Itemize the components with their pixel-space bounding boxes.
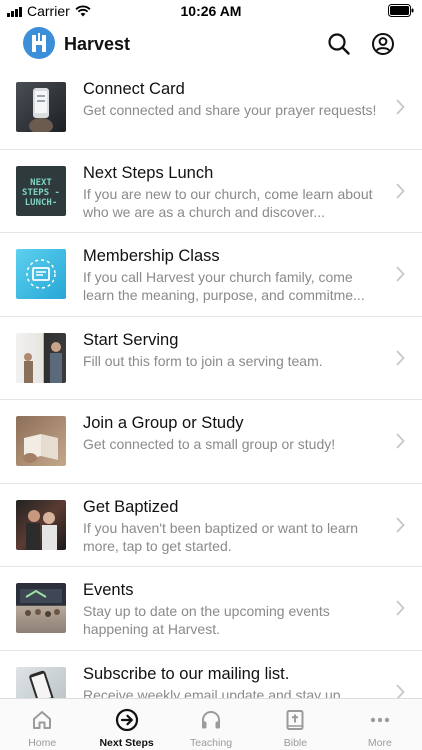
- chevron-right-icon: [396, 433, 405, 449]
- item-description: If you haven't been baptized or want to …: [83, 519, 359, 554]
- tab-label: Bible: [283, 737, 308, 749]
- tab-next-steps[interactable]: Next Steps: [84, 699, 168, 750]
- chevron-right-icon: [396, 600, 405, 616]
- search-icon: [328, 33, 350, 55]
- headphones-icon: [202, 711, 221, 729]
- status-bar: Carrier 10:26 AM: [0, 0, 422, 22]
- account-button[interactable]: [371, 32, 395, 56]
- search-button[interactable]: [327, 32, 351, 56]
- chevron-right-icon: [396, 349, 405, 366]
- list-item-start-serving[interactable]: Start Serving Fill out this form to join…: [0, 317, 422, 400]
- events-thumbnail: [16, 583, 66, 633]
- battery-icon: [388, 4, 414, 22]
- home-icon: [33, 711, 52, 729]
- item-description: If you call Harvest your church family, …: [83, 269, 365, 303]
- arrow-circle-icon: [115, 708, 138, 732]
- list-item-membership-class[interactable]: Membership Class If you call Harvest you…: [0, 233, 422, 317]
- tab-label: Next Steps: [99, 737, 154, 749]
- tab-bible[interactable]: Bible: [253, 699, 337, 750]
- item-title: Membership Class: [83, 247, 220, 265]
- item-description: If you are new to our church, come learn…: [83, 185, 373, 220]
- item-title: Subscribe to our mailing list.: [83, 664, 290, 683]
- tab-label: More: [367, 737, 392, 749]
- status-time: 10:26 AM: [180, 3, 242, 19]
- tab-more[interactable]: More: [338, 699, 422, 750]
- bible-icon: [286, 710, 304, 730]
- tab-home[interactable]: Home: [0, 699, 84, 750]
- tab-bar: Home Next Steps Teaching Bible More: [0, 698, 422, 750]
- membership-class-thumbnail: [16, 249, 66, 299]
- more-dots-icon: [370, 717, 390, 723]
- item-title: Join a Group or Study: [83, 414, 244, 432]
- chevron-right-icon: [396, 266, 405, 282]
- list-item-connect-card[interactable]: Connect Card Get connected and share you…: [0, 66, 422, 150]
- item-title: Connect Card: [83, 80, 185, 98]
- item-description: Fill out this form to join a serving tea…: [83, 352, 323, 369]
- join-group-thumbnail: [16, 416, 66, 466]
- tab-label: Home: [28, 737, 57, 749]
- item-description: Get connected to a small group or study!: [83, 436, 336, 452]
- item-description: Stay up to date on the upcoming events h…: [83, 603, 330, 637]
- connect-card-thumbnail: [16, 82, 66, 132]
- get-baptized-thumbnail: [16, 499, 66, 550]
- next-steps-list: Connect Card Get connected and share you…: [0, 66, 422, 698]
- item-description: Receive weekly email update and stay up: [83, 686, 341, 699]
- next-steps-lunch-thumbnail: NEXT STEPS -LUNCH-: [16, 165, 66, 216]
- list-item-join-group[interactable]: Join a Group or Study Get connected to a…: [0, 400, 422, 484]
- app-title: Harvest: [64, 34, 131, 54]
- item-description: Get connected and share your prayer requ…: [83, 102, 377, 118]
- thumbnail-text: NEXT STEPS -LUNCH-: [22, 177, 60, 208]
- harvest-logo-icon: [23, 27, 55, 59]
- list-item-next-steps-lunch[interactable]: NEXT STEPS -LUNCH- Next Steps Lunch If y…: [0, 150, 422, 233]
- item-title: Next Steps Lunch: [83, 163, 214, 182]
- item-title: Events: [83, 581, 134, 599]
- item-title: Start Serving: [83, 330, 179, 349]
- app-header: Harvest: [0, 22, 422, 66]
- chevron-right-icon: [396, 182, 405, 199]
- account-icon: [372, 33, 394, 55]
- item-title: Get Baptized: [83, 497, 179, 516]
- list-item-events[interactable]: Events Stay up to date on the upcoming e…: [0, 567, 422, 651]
- tab-teaching[interactable]: Teaching: [169, 699, 253, 750]
- chevron-right-icon: [396, 99, 405, 115]
- start-serving-thumbnail: [16, 332, 66, 383]
- subscribe-thumbnail: [16, 666, 66, 698]
- chevron-right-icon: [396, 683, 405, 698]
- list-item-get-baptized[interactable]: Get Baptized If you haven't been baptize…: [0, 484, 422, 567]
- chevron-right-icon: [396, 516, 405, 533]
- tab-label: Teaching: [190, 737, 233, 749]
- list-item-subscribe[interactable]: Subscribe to our mailing list. Receive w…: [0, 651, 422, 699]
